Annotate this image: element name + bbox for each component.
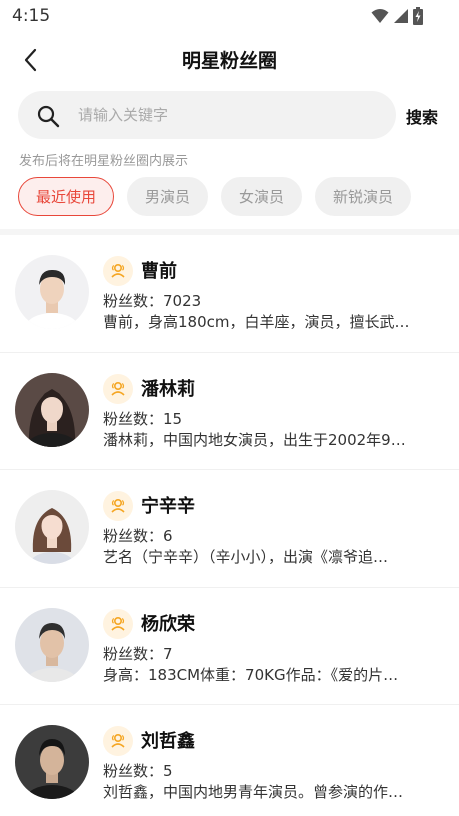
fan-circle-icon bbox=[111, 616, 125, 631]
avatar bbox=[15, 725, 89, 799]
fan-circle-badge bbox=[103, 373, 133, 404]
fan-count: 粉丝数：7023 bbox=[103, 290, 201, 311]
star-name: 曹前 bbox=[141, 261, 177, 282]
search-input[interactable] bbox=[78, 91, 378, 139]
tab-new-actors[interactable]: 新锐演员 bbox=[315, 177, 412, 216]
fan-circle-icon bbox=[111, 498, 125, 513]
star-name: 杨欣荣 bbox=[141, 613, 195, 635]
status-bar: 4:15 bbox=[0, 0, 459, 32]
wifi-icon bbox=[371, 9, 389, 23]
status-icons bbox=[371, 7, 423, 25]
fan-count-value: 15 bbox=[163, 409, 183, 428]
fan-circle-badge bbox=[103, 726, 133, 756]
fan-count: 粉丝数：5 bbox=[103, 760, 173, 781]
fan-circle-icon bbox=[111, 381, 125, 396]
fan-count: 粉丝数：7 bbox=[103, 643, 173, 664]
nav-bar: 明星粉丝圈 bbox=[0, 38, 459, 80]
search-box[interactable] bbox=[18, 91, 396, 139]
list-item[interactable]: 刘哲鑫 粉丝数：5 刘哲鑫，中国内地男青年演员。曾参演的作… bbox=[0, 705, 459, 816]
star-list: 曹前 粉丝数：7023 曹前，身高180cm，白羊座，演员，擅长武… 潘林莉 粉… bbox=[0, 235, 459, 816]
tab-actors[interactable]: 男演员 bbox=[127, 177, 209, 216]
fan-circle-icon bbox=[111, 263, 125, 278]
star-name: 宁辛辛 bbox=[141, 496, 195, 517]
search-button[interactable]: 搜索 bbox=[406, 104, 438, 128]
list-item[interactable]: 潘林莉 粉丝数：15 潘林莉，中国内地女演员，出生于2002年9… bbox=[0, 353, 459, 470]
fan-count-label: 粉丝数： bbox=[103, 527, 164, 545]
fan-count-label: 粉丝数： bbox=[103, 292, 164, 310]
fan-count-label: 粉丝数： bbox=[103, 644, 164, 663]
fan-count-label: 粉丝数： bbox=[103, 409, 164, 428]
list-item[interactable]: 杨欣荣 粉丝数：7 身高：183CM体重：70KG作品：《爱的片… bbox=[0, 588, 459, 705]
fan-count: 粉丝数：6 bbox=[103, 525, 173, 546]
star-description: 刘哲鑫，中国内地男青年演员。曾参演的作… bbox=[103, 783, 404, 801]
star-name: 潘林莉 bbox=[141, 378, 195, 400]
fan-count-label: 粉丝数： bbox=[103, 762, 164, 780]
category-tabs: 最近使用 男演员 女演员 新锐演员 bbox=[18, 177, 412, 216]
fan-count: 粉丝数：15 bbox=[103, 408, 182, 429]
star-description: 艺名（宁辛辛）（辛小小），出演《凛爷追… bbox=[103, 548, 389, 566]
avatar bbox=[15, 255, 89, 329]
avatar bbox=[15, 490, 89, 564]
fan-circle-badge bbox=[103, 608, 133, 639]
list-item[interactable]: 曹前 粉丝数：7023 曹前，身高180cm，白羊座，演员，擅长武… bbox=[0, 235, 459, 353]
search-icon bbox=[37, 105, 60, 128]
signal-icon bbox=[394, 9, 408, 23]
fan-count-value: 7 bbox=[163, 644, 173, 663]
star-description: 身高：183CM体重：70KG作品：《爱的片… bbox=[103, 665, 399, 684]
star-name: 刘哲鑫 bbox=[141, 731, 195, 752]
star-description: 潘林莉，中国内地女演员，出生于2002年9… bbox=[103, 430, 406, 449]
avatar bbox=[15, 372, 89, 447]
page-title: 明星粉丝圈 bbox=[181, 50, 277, 72]
status-time: 4:15 bbox=[12, 6, 51, 26]
avatar bbox=[15, 607, 89, 682]
fan-circle-icon bbox=[111, 733, 125, 748]
list-item[interactable]: 宁辛辛 粉丝数：6 艺名（宁辛辛）（辛小小），出演《凛爷追… bbox=[0, 470, 459, 588]
battery-icon bbox=[413, 7, 423, 25]
tab-actresses[interactable]: 女演员 bbox=[221, 177, 303, 216]
publish-hint: 发布后将在明星粉丝圈内展示 bbox=[19, 154, 189, 169]
fan-count-value: 7023 bbox=[163, 292, 202, 310]
fan-circle-badge bbox=[103, 256, 133, 286]
fan-count-value: 5 bbox=[163, 762, 173, 780]
star-description: 曹前，身高180cm，白羊座，演员，擅长武… bbox=[103, 313, 410, 331]
fan-circle-badge bbox=[103, 491, 133, 521]
fan-count-value: 6 bbox=[163, 527, 173, 545]
tab-recent[interactable]: 最近使用 bbox=[18, 177, 115, 216]
